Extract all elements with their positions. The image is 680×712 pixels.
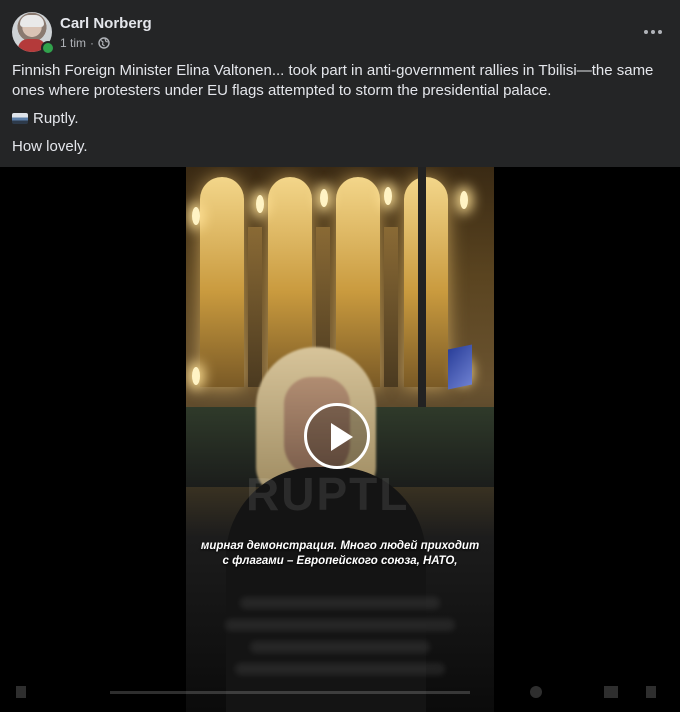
post-timestamp[interactable]: 1 tim	[60, 36, 86, 50]
subtitle-line-2: с флагами – Европейского союза, НАТО,	[222, 555, 458, 567]
subtitle-line-1: мирная демонстрация. Много людей приходи…	[200, 540, 480, 552]
post-paragraph-2: Ruptly.	[12, 109, 668, 129]
post-paragraph-1: Finnish Foreign Minister Elina Valtonen.…	[12, 62, 654, 99]
progress-bar[interactable]	[110, 691, 470, 694]
more-options-icon[interactable]	[642, 22, 664, 42]
fullscreen-icon[interactable]	[604, 686, 618, 698]
tv-emoji-icon	[12, 113, 28, 124]
video-player[interactable]: RUPTL мирная демонстрация. Много людей п…	[0, 167, 680, 712]
play-icon	[331, 423, 353, 451]
meta-separator: ·	[90, 36, 95, 50]
author-name[interactable]: Carl Norberg	[60, 15, 152, 32]
source-text: Ruptly.	[33, 110, 79, 127]
post-paragraph-3: How lovely.	[12, 138, 88, 155]
settings-icon[interactable]	[530, 686, 542, 698]
volume-icon[interactable]	[646, 686, 656, 698]
control-play-icon[interactable]	[16, 686, 26, 698]
post-meta: 1 tim ·	[60, 36, 110, 50]
play-button[interactable]	[304, 403, 370, 469]
globe-icon	[98, 37, 110, 49]
video-controls	[0, 672, 680, 712]
post-text: Finnish Foreign Minister Elina Valtonen.…	[12, 61, 668, 165]
online-status-dot	[41, 41, 55, 55]
video-watermark: RUPTL	[246, 468, 410, 520]
post-header: Carl Norberg 1 tim ·	[12, 12, 668, 55]
video-subtitle: мирная демонстрация. Много людей приходи…	[186, 539, 494, 569]
